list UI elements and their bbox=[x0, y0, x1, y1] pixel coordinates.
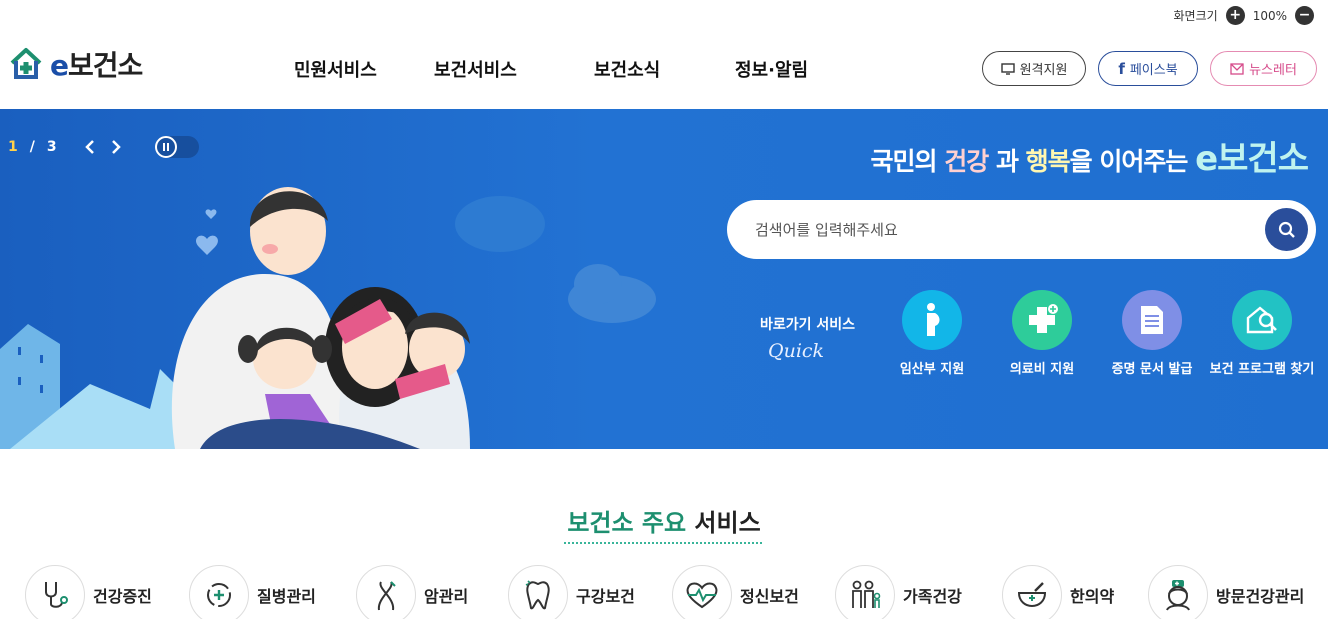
service-family-health[interactable]: 가족건강 bbox=[835, 565, 962, 619]
section-title: 보건소 주요 서비스 bbox=[567, 509, 761, 537]
service-label: 한의약 bbox=[1070, 587, 1115, 606]
pause-toggle[interactable] bbox=[154, 136, 199, 158]
service-oral-health[interactable]: 구강보건 bbox=[508, 565, 635, 619]
quick-item-label: 증명 문서 발급 bbox=[1111, 362, 1193, 377]
service-label: 방문건강관리 bbox=[1216, 587, 1305, 606]
hero-slogan: 국민의 건강 과 행복을 이어주는 e보건소 bbox=[870, 139, 1309, 179]
heart-pulse-icon bbox=[672, 565, 732, 619]
recycle-plus-icon bbox=[189, 565, 249, 619]
slide-separator: / bbox=[29, 139, 35, 155]
zoom-out-button[interactable]: − bbox=[1295, 6, 1314, 25]
service-health-promotion[interactable]: 건강증진 bbox=[25, 565, 152, 619]
zoom-in-button[interactable]: + bbox=[1225, 6, 1245, 25]
chevron-right-icon[interactable] bbox=[109, 139, 123, 155]
family-icon bbox=[835, 565, 895, 619]
quick-item-certificate[interactable]: 증명 문서 발급 bbox=[1092, 290, 1212, 377]
service-disease-control[interactable]: 질병관리 bbox=[189, 565, 316, 619]
main-nav: 민원서비스 보건서비스 보건소식 정보·알림 bbox=[294, 56, 875, 82]
logo-text: e보건소 bbox=[50, 49, 143, 82]
tooth-icon bbox=[508, 565, 568, 619]
zoom-label: 화면크기 bbox=[1173, 9, 1218, 23]
quick-item-program-search[interactable]: 보건 프로그램 찾기 bbox=[1202, 290, 1322, 377]
facebook-button[interactable]: f 페이스북 bbox=[1098, 51, 1198, 86]
remote-support-label: 원격지원 bbox=[1019, 63, 1068, 78]
pause-icon bbox=[154, 136, 177, 158]
mortar-pestle-icon bbox=[1002, 565, 1062, 619]
house-plus-icon bbox=[10, 48, 42, 79]
search-button[interactable] bbox=[1265, 208, 1308, 251]
service-label: 가족건강 bbox=[903, 587, 962, 606]
zoom-value: 100% bbox=[1252, 8, 1287, 23]
quick-subtitle: Quick bbox=[768, 340, 825, 362]
mail-icon bbox=[1230, 62, 1244, 75]
service-mental-health[interactable]: 정신보건 bbox=[672, 565, 799, 619]
service-home-visit[interactable]: 방문건강관리 bbox=[1148, 565, 1304, 619]
house-search-icon bbox=[1232, 290, 1292, 350]
nav-item-news[interactable]: 보건소식 bbox=[594, 56, 735, 82]
nav-item-info[interactable]: 정보·알림 bbox=[735, 56, 875, 82]
chevron-left-icon[interactable] bbox=[83, 139, 97, 155]
newsletter-button[interactable]: 뉴스레터 bbox=[1210, 51, 1317, 86]
zoom-control: 화면크기 + 100% − bbox=[1174, 6, 1314, 25]
quick-item-pregnancy[interactable]: 임산부 지원 bbox=[872, 290, 992, 377]
quick-item-label: 임산부 지원 bbox=[899, 362, 965, 377]
service-korean-medicine[interactable]: 한의약 bbox=[1002, 565, 1114, 619]
pregnant-woman-icon bbox=[902, 290, 962, 350]
quick-item-label: 보건 프로그램 찾기 bbox=[1209, 362, 1315, 377]
nurse-icon bbox=[1148, 565, 1208, 619]
service-cancer-care[interactable]: 암관리 bbox=[356, 565, 468, 619]
slide-pager: 1 / 3 bbox=[8, 136, 199, 158]
service-label: 구강보건 bbox=[576, 587, 635, 606]
search-icon bbox=[1278, 221, 1295, 238]
remote-support-button[interactable]: 원격지원 bbox=[982, 51, 1086, 86]
facebook-label: 페이스북 bbox=[1129, 63, 1178, 78]
stethoscope-icon bbox=[25, 565, 85, 619]
family-illustration bbox=[0, 187, 656, 449]
nav-item-civil[interactable]: 민원서비스 bbox=[294, 56, 434, 82]
search-input[interactable]: 검색어를 입력해주세요 bbox=[727, 200, 1316, 259]
service-label: 질병관리 bbox=[257, 587, 316, 606]
quick-item-label: 의료비 지원 bbox=[1009, 362, 1075, 377]
quick-item-medical-expense[interactable]: 의료비 지원 bbox=[982, 290, 1102, 377]
facebook-icon: f bbox=[1118, 59, 1125, 78]
service-label: 건강증진 bbox=[93, 587, 152, 606]
site-logo[interactable]: e보건소 bbox=[8, 44, 143, 84]
nav-item-health-service[interactable]: 보건서비스 bbox=[434, 56, 594, 82]
monitor-icon bbox=[1000, 62, 1015, 75]
ribbon-icon bbox=[356, 565, 416, 619]
service-label: 정신보건 bbox=[740, 587, 799, 606]
service-label: 암관리 bbox=[424, 587, 469, 606]
medical-cross-icon bbox=[1012, 290, 1072, 350]
slide-current: 1 bbox=[8, 139, 18, 155]
section-title-underline bbox=[564, 542, 762, 544]
quick-service-label: 바로가기 서비스 bbox=[760, 317, 856, 333]
document-icon bbox=[1122, 290, 1182, 350]
search-placeholder: 검색어를 입력해주세요 bbox=[755, 221, 898, 239]
slide-total: 3 bbox=[46, 139, 57, 155]
newsletter-label: 뉴스레터 bbox=[1249, 63, 1297, 78]
page: 화면크기 + 100% − e보건소 민원서비스 보건서비스 보건소식 정보·알… bbox=[0, 0, 1328, 619]
